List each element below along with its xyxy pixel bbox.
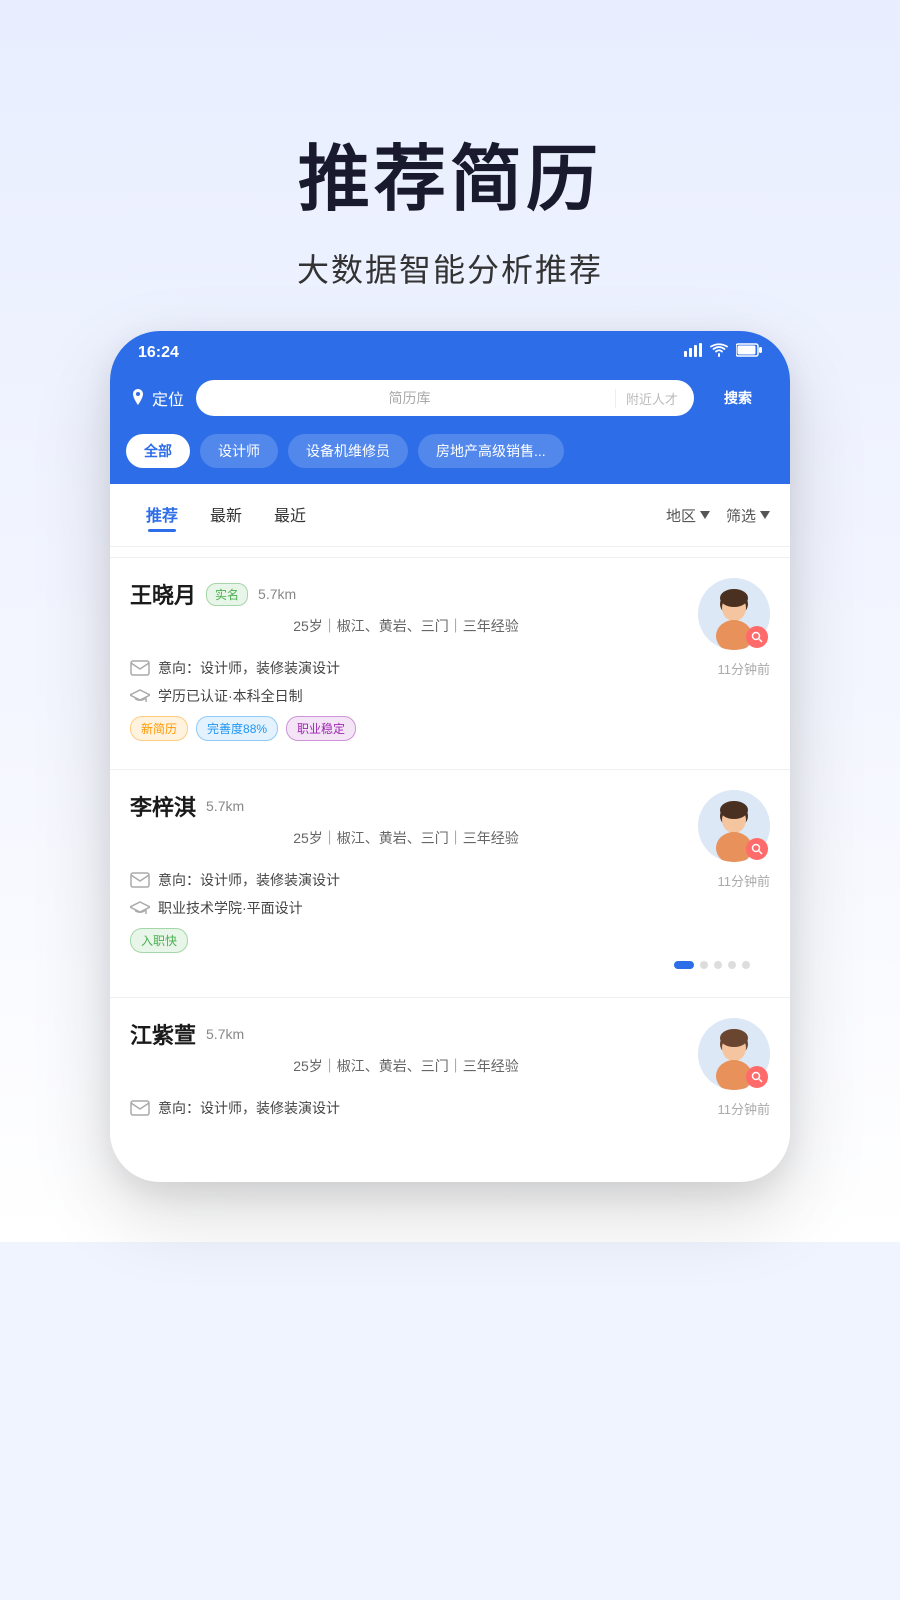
- category-tab-maintenance[interactable]: 设备机维修员: [288, 434, 408, 468]
- battery-icon: [736, 343, 762, 362]
- hero-subtitle: 大数据智能分析推荐: [40, 245, 860, 291]
- category-tab-all[interactable]: 全部: [126, 434, 190, 468]
- status-bar-right: [684, 343, 762, 362]
- intention-text-1: 意向：设计师，装修装演设计: [158, 658, 340, 678]
- candidate-name-3: 江紫萱: [130, 1018, 196, 1050]
- status-time: 16:24: [138, 344, 179, 362]
- avatar-2: [698, 790, 770, 862]
- sort-tab-nearby[interactable]: 最近: [258, 498, 322, 532]
- distance-2: 5.7km: [206, 798, 244, 814]
- location-label: 定位: [152, 386, 184, 410]
- real-name-badge-1: 实名: [206, 583, 248, 606]
- search-nearby-text: 附近人才: [615, 389, 678, 408]
- pagination-dots: [130, 953, 770, 969]
- name-row-1: 王晓月 实名 5.7km: [130, 578, 682, 610]
- sort-tab-latest[interactable]: 最新: [194, 498, 258, 532]
- tag-complete-1: 完善度88%: [196, 716, 278, 741]
- avatar-1: [698, 578, 770, 650]
- filter-region[interactable]: 地区: [666, 505, 710, 526]
- location-button[interactable]: 定位: [130, 386, 184, 410]
- card-header-left-1: 王晓月 实名 5.7km 25岁｜椒江、黄岩、三门｜三年经验: [130, 578, 682, 646]
- category-bar: 全部 设计师 设备机维修员 房地产高级销售...: [110, 434, 790, 484]
- search-badge-2: [746, 838, 768, 860]
- location-pin-icon: [130, 389, 146, 407]
- resume-card-2[interactable]: 李梓淇 5.7km 25岁｜椒江、黄岩、三门｜三年经验: [110, 769, 790, 985]
- graduation-icon-2: [130, 900, 150, 916]
- intention-row-1: 意向：设计师，装修装演设计 11分钟前: [130, 658, 770, 678]
- tag-row-2: 入职快: [130, 928, 770, 953]
- search-button[interactable]: 搜索: [706, 380, 770, 416]
- distance-1: 5.7km: [258, 586, 296, 602]
- education-row-1: 学历已认证·本科全日制: [130, 686, 770, 706]
- name-row-3: 江紫萱 5.7km: [130, 1018, 682, 1050]
- intention-text-2: 意向：设计师，装修装演设计: [158, 870, 340, 890]
- search-bar[interactable]: 简历库 附近人才: [196, 380, 694, 416]
- category-tab-realestate[interactable]: 房地产高级销售...: [418, 434, 564, 468]
- category-tab-designer[interactable]: 设计师: [200, 434, 278, 468]
- basic-info-3: 25岁｜椒江、黄岩、三门｜三年经验: [130, 1056, 682, 1076]
- sort-tab-recommend[interactable]: 推荐: [130, 498, 194, 532]
- status-bar: 16:24: [110, 331, 790, 370]
- sort-bar: 推荐 最新 最近 地区 筛选: [110, 484, 790, 547]
- card-header-left-2: 李梓淇 5.7km 25岁｜椒江、黄岩、三门｜三年经验: [130, 790, 682, 858]
- education-text-1: 学历已认证·本科全日制: [158, 686, 303, 706]
- education-row-2: 职业技术学院·平面设计: [130, 898, 770, 918]
- phone-mockup: 16:24: [110, 331, 790, 1182]
- search-text: 简历库: [212, 388, 607, 408]
- resume-card-1[interactable]: 王晓月 实名 5.7km 25岁｜椒江、黄岩、三门｜三年经验: [110, 557, 790, 757]
- filter-group: 地区 筛选: [666, 505, 770, 526]
- intention-text-3: 意向：设计师，装修装演设计: [158, 1098, 340, 1118]
- candidate-name-1: 王晓月: [130, 578, 196, 610]
- education-text-2: 职业技术学院·平面设计: [158, 898, 303, 918]
- envelope-icon-2: [130, 872, 150, 888]
- search-badge-3: [746, 1066, 768, 1088]
- name-row-2: 李梓淇 5.7km: [130, 790, 682, 822]
- card-header-1: 王晓月 实名 5.7km 25岁｜椒江、黄岩、三门｜三年经验: [130, 578, 770, 650]
- dot-2: [700, 961, 708, 969]
- top-nav-bar: 定位 简历库 附近人才 搜索: [110, 370, 790, 434]
- card-header-left-3: 江紫萱 5.7km 25岁｜椒江、黄岩、三门｜三年经验: [130, 1018, 682, 1086]
- hero-title: 推荐简历: [40, 120, 860, 225]
- dot-3: [714, 961, 722, 969]
- time-2: 11分钟前: [718, 871, 771, 890]
- intention-row-3: 意向：设计师，装修装演设计 11分钟前: [130, 1098, 770, 1118]
- tag-fast-2: 入职快: [130, 928, 188, 953]
- distance-3: 5.7km: [206, 1026, 244, 1042]
- tag-stable-1: 职业稳定: [286, 716, 356, 741]
- avatar-3: [698, 1018, 770, 1090]
- search-badge-1: [746, 626, 768, 648]
- chevron-down-icon: [700, 511, 710, 519]
- hero-section: 推荐简历 大数据智能分析推荐 16:24: [0, 0, 900, 1242]
- card-header-3: 江紫萱 5.7km 25岁｜椒江、黄岩、三门｜三年经验: [130, 1018, 770, 1090]
- candidate-name-2: 李梓淇: [130, 790, 196, 822]
- graduation-icon-1: [130, 688, 150, 704]
- filter-screen[interactable]: 筛选: [726, 505, 770, 526]
- envelope-icon-1: [130, 660, 150, 676]
- tag-row-1: 新简历 完善度88% 职业稳定: [130, 716, 770, 741]
- time-1: 11分钟前: [718, 659, 771, 678]
- dot-4: [728, 961, 736, 969]
- dot-1: [674, 961, 694, 969]
- dot-5: [742, 961, 750, 969]
- intention-row-2: 意向：设计师，装修装演设计 11分钟前: [130, 870, 770, 890]
- resume-card-3[interactable]: 江紫萱 5.7km 25岁｜椒江、黄岩、三门｜三年经验: [110, 997, 790, 1142]
- basic-info-1: 25岁｜椒江、黄岩、三门｜三年经验: [130, 616, 682, 636]
- tag-new-1: 新简历: [130, 716, 188, 741]
- envelope-icon-3: [130, 1100, 150, 1116]
- card-header-2: 李梓淇 5.7km 25岁｜椒江、黄岩、三门｜三年经验: [130, 790, 770, 862]
- time-3: 11分钟前: [718, 1099, 771, 1118]
- chevron-down-icon-2: [760, 511, 770, 519]
- wifi-icon: [710, 343, 728, 362]
- basic-info-2: 25岁｜椒江、黄岩、三门｜三年经验: [130, 828, 682, 848]
- signal-icon: [684, 343, 702, 362]
